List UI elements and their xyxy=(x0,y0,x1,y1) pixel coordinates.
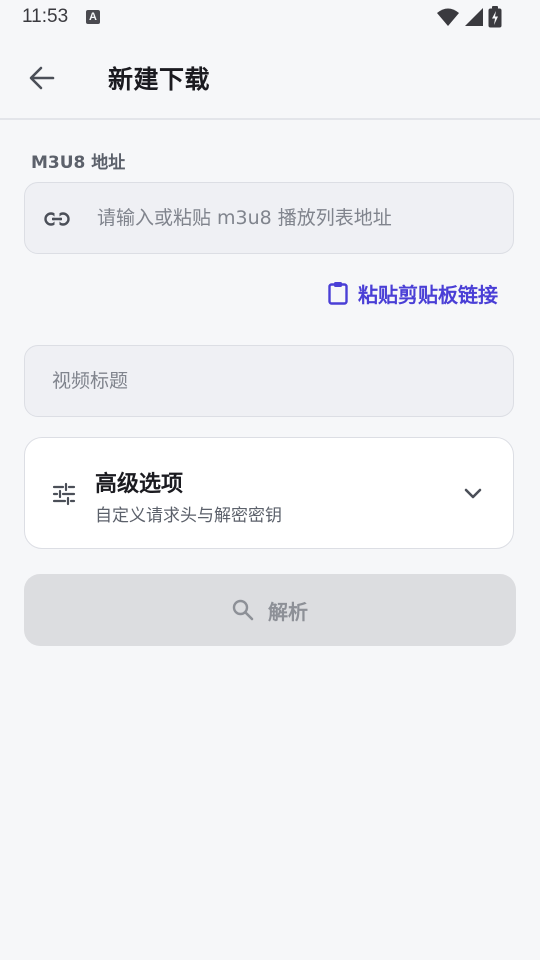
signal-icon xyxy=(465,8,483,26)
advanced-options-card[interactable]: 高级选项 自定义请求头与解密密钥 xyxy=(24,437,514,549)
url-input[interactable] xyxy=(97,183,497,253)
paste-clipboard-button[interactable]: 粘贴剪贴板链接 xyxy=(328,276,498,310)
page-title: 新建下载 xyxy=(108,65,211,94)
back-button[interactable] xyxy=(18,54,66,102)
paste-clipboard-label: 粘贴剪贴板链接 xyxy=(358,282,498,307)
search-icon xyxy=(232,599,254,621)
title-field[interactable] xyxy=(24,345,514,417)
tune-icon xyxy=(52,482,76,506)
parse-button[interactable]: 解析 xyxy=(24,574,516,646)
wifi-icon xyxy=(437,8,459,26)
status-bar: 11:53 A xyxy=(0,0,540,34)
status-icons xyxy=(436,6,502,28)
clipboard-icon xyxy=(328,282,348,305)
parse-button-label: 解析 xyxy=(268,599,308,624)
link-icon xyxy=(44,211,70,227)
chevron-down-icon xyxy=(464,488,482,499)
a-icon: A xyxy=(86,10,100,24)
arrow-left-icon xyxy=(29,66,55,90)
title-input[interactable] xyxy=(52,346,492,416)
status-time: 11:53 xyxy=(22,6,69,27)
app-bar: 新建下载 xyxy=(0,34,540,120)
advanced-options-subtitle: 自定义请求头与解密密钥 xyxy=(95,506,282,526)
url-field[interactable] xyxy=(24,182,514,254)
advanced-options-title: 高级选项 xyxy=(95,472,184,497)
battery-charging-icon xyxy=(488,6,502,28)
url-section-label: M3U8 地址 xyxy=(31,153,126,173)
